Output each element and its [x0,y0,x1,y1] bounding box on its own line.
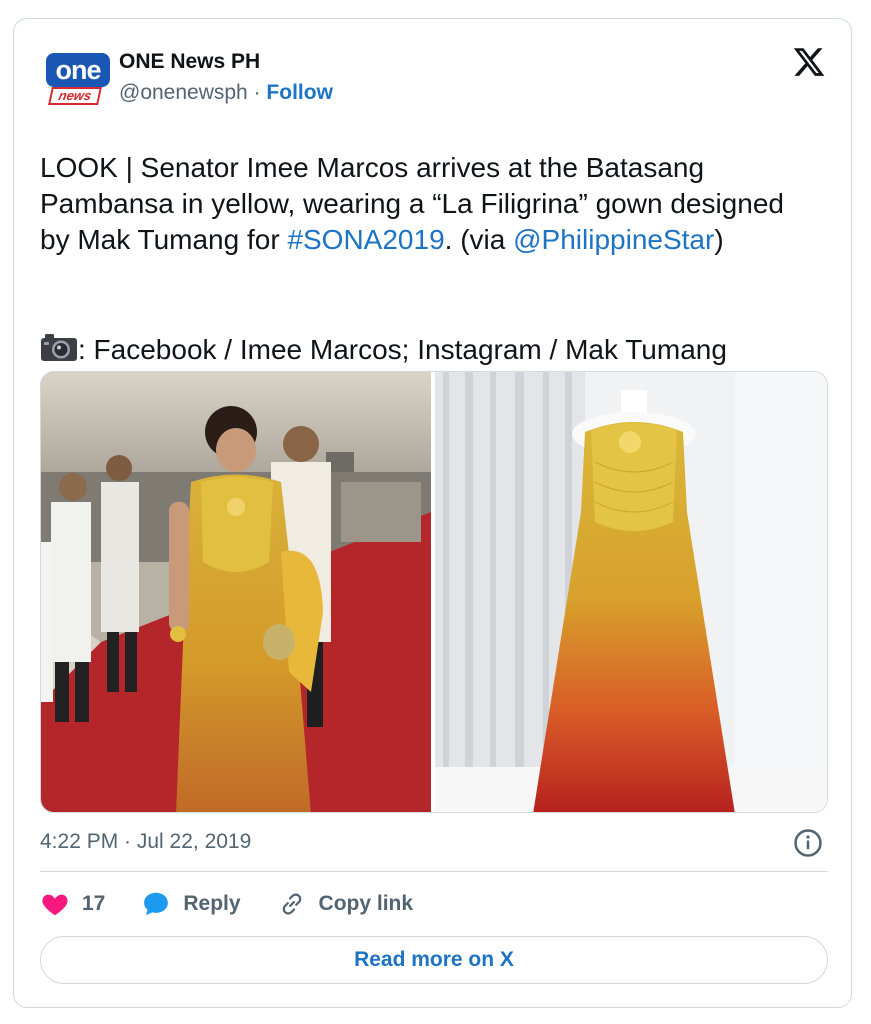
avatar-logo-top: one [46,53,110,87]
link-icon [282,893,301,915]
like-count: 17 [82,892,106,915]
x-logo-icon[interactable] [791,45,827,79]
tweet-text: LOOK | Senator Imee Marcos arrives at th… [40,150,820,258]
info-icon[interactable] [793,828,823,858]
mention-link[interactable]: @PhilippineStar [513,224,714,255]
avatar[interactable]: one news [46,51,110,115]
heart-icon [42,894,68,916]
like-button[interactable]: 17 [40,889,105,919]
divider [40,871,828,872]
action-bar: 17 Reply Copy link [40,889,449,919]
author-handle[interactable]: @onenewsph [119,81,248,104]
read-more-button[interactable]: Read more on X [40,936,828,984]
author-name[interactable]: ONE News PH [119,50,260,74]
media-grid[interactable] [40,371,828,813]
tweet-text-part2: . (via [444,224,514,255]
photo-left[interactable] [41,372,431,813]
handle-separator: · [247,81,267,104]
timestamp[interactable]: 4:22 PM · Jul 22, 2019 [40,830,251,854]
reply-button[interactable]: Reply [141,889,241,919]
tweet-text-part3: ) [714,224,724,255]
reply-bubble-icon [144,892,169,916]
camera-icon [41,334,77,361]
hashtag-link[interactable]: #SONA2019 [287,224,444,255]
avatar-logo-bottom: news [48,87,102,105]
photo-credit-text: : Facebook / Imee Marcos; Instagram / Ma… [78,334,727,365]
tweet-card: one news ONE News PH @onenewsph · Follow… [13,18,852,1008]
copy-link-button[interactable]: Copy link [277,889,414,919]
copy-link-label: Copy link [318,892,414,915]
follow-button[interactable]: Follow [266,81,333,104]
author-handle-row: @onenewsph · Follow [119,81,333,105]
photo-credit: : Facebook / Imee Marcos; Instagram / Ma… [40,332,820,368]
photo-right[interactable] [435,372,828,813]
reply-label: Reply [183,892,241,915]
